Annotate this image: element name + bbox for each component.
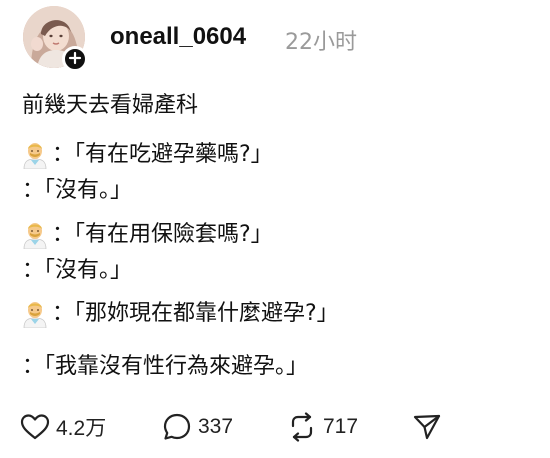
post-line-6: ：「那妳現在都靠什麼避孕?」 xyxy=(22,300,339,328)
post-text: ：「沒有。」 xyxy=(22,178,133,203)
action-bar: 4.2万 337 717 xyxy=(20,409,460,445)
repost-button[interactable]: 717 xyxy=(287,409,358,445)
like-count: 4.2万 xyxy=(56,417,107,440)
plus-icon xyxy=(68,50,82,69)
doctor-emoji-icon xyxy=(22,300,48,328)
doctor-emoji-icon xyxy=(22,141,48,169)
like-button[interactable]: 4.2万 xyxy=(20,409,106,445)
post-line-2: ：「有在吃避孕藥嗎?」 xyxy=(22,141,273,169)
comment-button[interactable]: 337 xyxy=(162,409,233,445)
comment-count: 337 xyxy=(198,415,234,438)
post-text: 前幾天去看婦產科 xyxy=(22,93,199,118)
comment-icon xyxy=(162,412,192,442)
share-button[interactable] xyxy=(412,409,448,445)
post-line-1: 前幾天去看婦產科 xyxy=(22,92,198,120)
author-username[interactable]: oneall_0604 xyxy=(110,23,246,51)
doctor-emoji-icon xyxy=(22,221,48,249)
post-line-7: ：「我靠沒有性行為來避孕。」 xyxy=(22,353,308,381)
repost-count: 717 xyxy=(323,415,359,438)
post-timestamp: 22小时 xyxy=(285,30,357,55)
author-avatar[interactable] xyxy=(23,6,88,72)
post-line-5: ：「沒有。」 xyxy=(22,257,132,285)
post-line-3: ：「沒有。」 xyxy=(22,177,132,205)
post-text: ：「我靠沒有性行為來避孕。」 xyxy=(22,354,309,379)
post-text: ：「有在用保險套嗎?」 xyxy=(52,222,273,247)
post-text: ：「沒有。」 xyxy=(22,258,133,283)
send-icon xyxy=(412,412,442,442)
repost-icon xyxy=(287,412,317,442)
follow-button[interactable] xyxy=(62,46,88,72)
post-text: ：「那妳現在都靠什麼避孕?」 xyxy=(52,301,339,326)
post-text: ：「有在吃避孕藥嗎?」 xyxy=(52,142,273,167)
post-card: oneall_0604 22小时 前幾天去看婦產科 ：「有在吃避孕藥嗎?」 ：「… xyxy=(0,0,550,458)
post-line-4: ：「有在用保險套嗎?」 xyxy=(22,221,273,249)
heart-icon xyxy=(20,413,50,441)
